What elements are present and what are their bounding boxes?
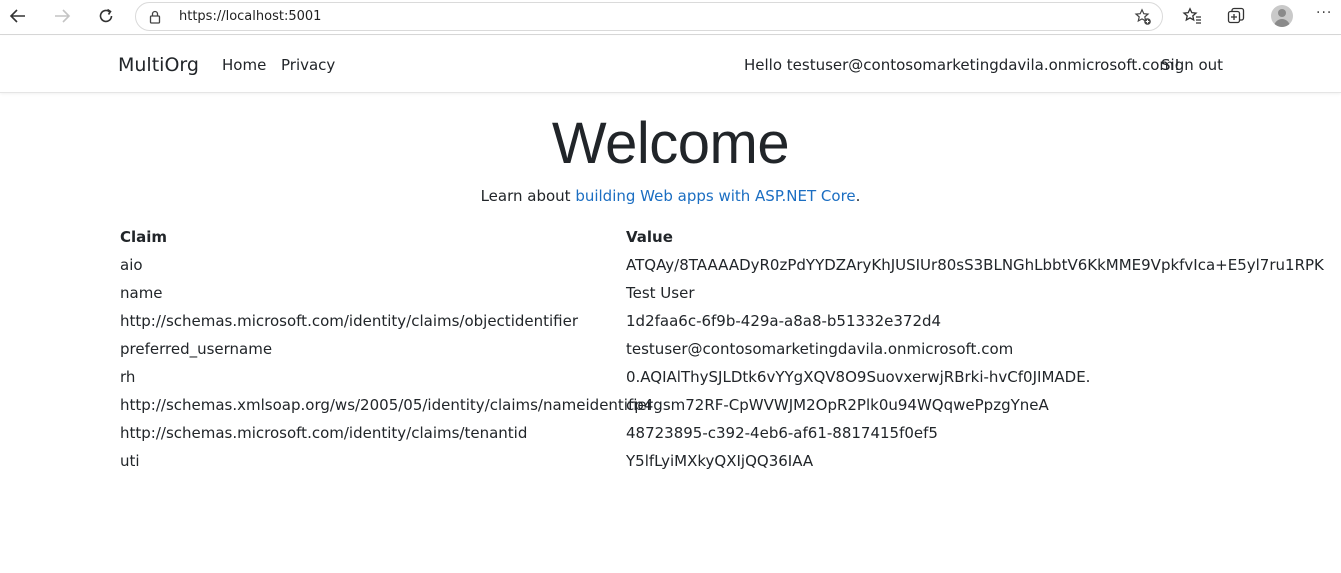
favorites-icon[interactable] — [1179, 4, 1205, 28]
add-favorite-icon[interactable] — [1134, 8, 1152, 30]
table-row: aio ATQAy/8TAAAADyR0zPdYYDZAryKhJUSIUr80… — [120, 256, 1324, 284]
table-header: Claim Value — [120, 228, 1320, 256]
claim-type: rh — [120, 368, 136, 386]
learn-suffix: . — [855, 187, 861, 205]
back-icon[interactable] — [4, 4, 32, 28]
claim-type: http://schemas.microsoft.com/identity/cl… — [120, 312, 579, 330]
claim-type: preferred_username — [120, 340, 273, 358]
learn-text: Learn about building Web apps with ASP.N… — [0, 187, 1341, 205]
browser-toolbar: https://localhost:5001 ··· — [0, 0, 1341, 35]
claim-type: http://schemas.microsoft.com/identity/cl… — [120, 424, 528, 442]
profile-icon[interactable] — [1271, 5, 1293, 27]
claim-value: 0.AQIAlThySJLDtk6vYYgXQV8O9SuovxerwjRBrk… — [626, 368, 1091, 386]
claim-value: cp4gsm72RF-CpWVWJM2OpR2Plk0u94WQqwePpzgY… — [626, 396, 1049, 414]
table-row: name Test User — [120, 284, 1320, 312]
table-row: uti Y5lfLyiMXkyQXIjQQ36IAA — [120, 452, 1320, 480]
claim-value: Test User — [626, 284, 695, 302]
claim-type: name — [120, 284, 163, 302]
page-title: Welcome — [551, 111, 790, 176]
claim-value: 48723895-c392-4eb6-af61-8817415f0ef5 — [626, 424, 938, 442]
claim-value: Y5lfLyiMXkyQXIjQQ36IAA — [626, 452, 814, 470]
table-row: http://schemas.microsoft.com/identity/cl… — [120, 312, 1320, 340]
claim-type: uti — [120, 452, 140, 470]
claim-type: aio — [120, 256, 143, 274]
learn-prefix: Learn about — [480, 187, 576, 205]
column-header-value: Value — [626, 228, 673, 246]
column-header-claim: Claim — [120, 228, 168, 246]
address-bar[interactable]: https://localhost:5001 — [135, 2, 1163, 31]
aspnet-docs-link[interactable]: building Web apps with ASP.NET Core — [575, 187, 855, 205]
profile-head — [1278, 9, 1286, 17]
claim-value: testuser@contosomarketingdavila.onmicros… — [626, 340, 1014, 358]
more-icon[interactable]: ··· — [1316, 5, 1332, 21]
user-greeting: Hello testuser@contosomarketingdavila.on… — [744, 56, 1181, 74]
claim-value: ATQAy/8TAAAADyR0zPdYYDZAryKhJUSIUr80sS3B… — [626, 256, 1324, 274]
table-row: http://schemas.microsoft.com/identity/cl… — [120, 424, 1320, 452]
refresh-icon[interactable] — [92, 4, 120, 28]
nav-link-privacy[interactable]: Privacy — [281, 56, 335, 74]
table-row: rh 0.AQIAlThySJLDtk6vYYgXQV8O9SuovxerwjR… — [120, 368, 1320, 396]
app-navbar: MultiOrg Home Privacy Hello testuser@con… — [0, 36, 1341, 93]
nav-link-home[interactable]: Home — [222, 56, 266, 74]
brand-link[interactable]: MultiOrg — [118, 54, 199, 76]
lock-icon[interactable] — [149, 9, 161, 28]
forward-icon[interactable] — [48, 4, 76, 28]
claim-type: http://schemas.xmlsoap.org/ws/2005/05/id… — [120, 396, 653, 414]
table-row: preferred_username testuser@contosomarke… — [120, 340, 1320, 368]
collections-icon[interactable] — [1223, 4, 1249, 28]
claim-value: 1d2faa6c-6f9b-429a-a8a8-b51332e372d4 — [626, 312, 942, 330]
profile-shoulders — [1274, 19, 1290, 27]
table-row: http://schemas.xmlsoap.org/ws/2005/05/id… — [120, 396, 1320, 424]
url-text[interactable]: https://localhost:5001 — [179, 9, 321, 24]
signout-link[interactable]: Sign out — [1161, 56, 1223, 74]
